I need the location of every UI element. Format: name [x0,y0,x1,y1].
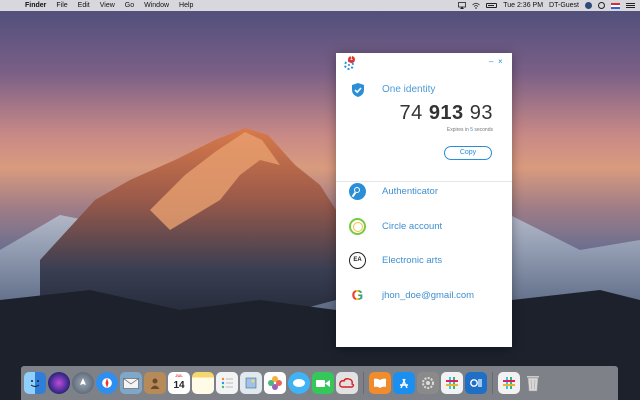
system-preferences-icon[interactable] [417,372,439,394]
shield-check-icon [352,83,364,97]
notification-badge: 1 [348,56,355,63]
identity-card: One identity 74 913 93 Expires in 5 seco… [336,73,512,182]
mail-icon[interactable] [120,372,142,394]
google-icon: G [349,287,366,304]
minimize-button[interactable]: – [489,58,493,66]
close-button[interactable]: × [498,58,503,66]
authenticator-window: 1 – × One identity 74 913 93 Expires in … [336,53,512,347]
menu-help[interactable]: Help [179,2,193,9]
expires-text: Expires in 5 seconds [447,127,493,133]
account-item-circle[interactable]: Circle account [336,210,512,245]
facetime-icon[interactable] [312,372,334,394]
calendar-day: 14 [173,380,185,391]
airplay-icon[interactable] [458,2,467,9]
window-titlebar: 1 – × [336,53,512,73]
ea-logo-icon: EA [349,252,366,269]
key-icon [349,183,366,200]
account-label: Electronic arts [382,255,443,266]
outlook-icon[interactable] [465,372,487,394]
app-store-icon[interactable] [393,372,415,394]
battery-icon[interactable] [486,3,498,8]
menubar-clock[interactable]: Tue 2:36 PM [503,2,543,9]
finder-icon[interactable] [24,372,46,394]
user-avatar-icon[interactable] [585,2,592,9]
slack-icon[interactable] [498,372,520,394]
identity-name: One identity [382,84,436,95]
expires-suffix: seconds [472,127,493,133]
account-item-google[interactable]: G jhon_doe@gmail.com [336,279,512,314]
menu-file[interactable]: File [56,2,67,9]
menubar-username[interactable]: DT-Guest [549,2,579,9]
photos-icon[interactable] [264,372,286,394]
menu-bar: Finder File Edit View Go Window Help Tue… [0,0,640,11]
wifi-icon[interactable] [472,2,481,9]
slack-icon[interactable] [441,372,463,394]
code-part-3: 93 [469,102,493,124]
calendar-icon[interactable]: JUL 14 [168,372,190,394]
creative-cloud-icon[interactable] [336,372,358,394]
verification-code: 74 913 93 [400,102,494,125]
menu-finder[interactable]: Finder [25,2,46,9]
launchpad-icon[interactable] [72,372,94,394]
account-list: Authenticator Circle account EA Electron… [336,175,512,313]
messages-icon[interactable] [288,372,310,394]
menu-window[interactable]: Window [144,2,169,9]
copy-button[interactable]: Copy [444,146,492,160]
status-area: Tue 2:36 PM DT-Guest [458,2,635,9]
expires-prefix: Expires in [446,127,471,133]
dock: JUL 14 [21,366,618,400]
input-source-flag-icon[interactable] [611,2,620,9]
code-part-1: 74 [399,102,423,124]
account-label: jhon_doe@gmail.com [382,289,475,301]
dock-separator [492,372,493,394]
account-item-electronic-arts[interactable]: EA Electronic arts [336,244,512,279]
siri-icon[interactable] [48,372,70,394]
account-item-authenticator[interactable]: Authenticator [336,175,512,210]
desktop-wallpaper [0,128,640,400]
menu-view[interactable]: View [100,2,115,9]
preview-icon[interactable] [240,372,262,394]
notification-center-icon[interactable] [626,2,635,9]
menu-edit[interactable]: Edit [78,2,90,9]
circle-logo-icon [349,217,366,235]
dock-separator [363,372,364,394]
account-label: Authenticator [382,186,438,197]
calendar-month: JUL [175,373,183,378]
account-label: Circle account [382,220,443,232]
reminders-icon[interactable] [216,372,238,394]
menu-go[interactable]: Go [125,2,134,9]
notes-icon[interactable] [192,372,214,394]
trash-icon[interactable] [522,372,544,394]
safari-icon[interactable] [96,372,118,394]
spotlight-search-icon[interactable] [598,2,605,9]
books-icon[interactable] [369,372,391,394]
contacts-icon[interactable] [144,372,166,394]
code-part-2: 913 [428,102,464,124]
